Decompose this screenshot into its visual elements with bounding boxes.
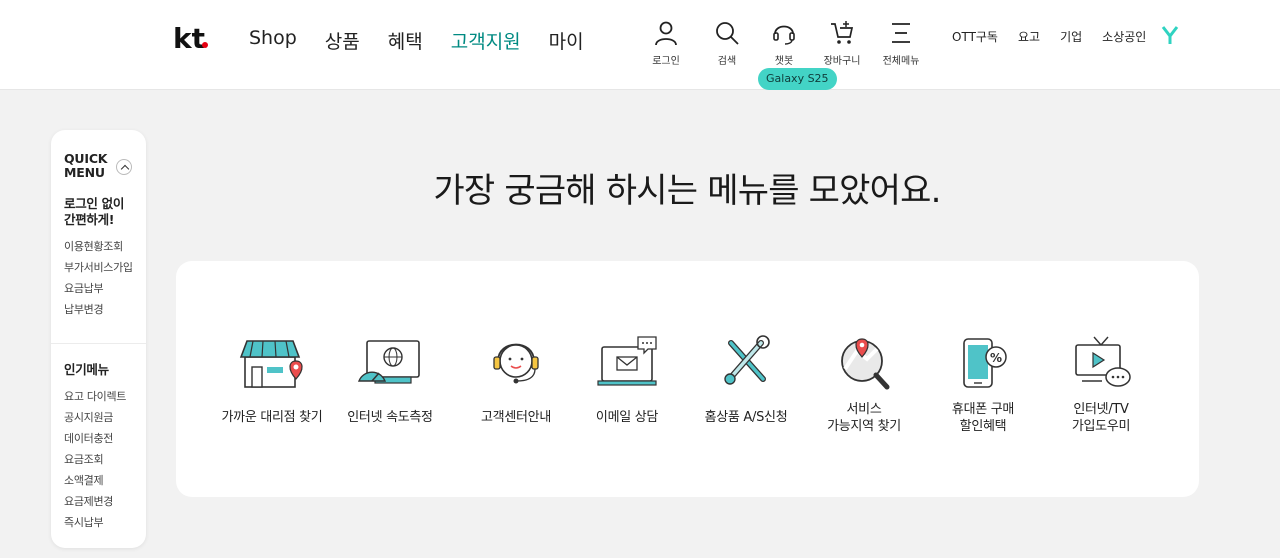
internet-speed-icon <box>357 340 420 384</box>
quick-item[interactable]: 요고 다이렉트 <box>64 386 126 407</box>
popular-menu-card: 가까운 대리점 찾기 인터넷 속도측정 고객센터안내 이메일 상담 홈상품 A/… <box>176 261 1199 497</box>
quick-item[interactable]: 요금조회 <box>64 449 126 470</box>
cart-button[interactable]: 장바구니 <box>812 20 872 67</box>
login-button[interactable]: 로그인 <box>636 20 696 67</box>
headset-icon <box>773 25 795 45</box>
login-label: 로그인 <box>652 56 680 67</box>
site-header: kt Shop 상품 혜택 고객지원 마이 로그인 검색 챗봇 장바구니 전체메… <box>0 0 1280 90</box>
quick-item[interactable]: 요금제변경 <box>64 491 126 512</box>
quick-item[interactable]: 데이터충전 <box>64 428 126 449</box>
quick-section2: 인기메뉴 요고 다이렉트 공시지원금 데이터충전 요금조회 소액결제 요금제변경… <box>64 362 126 533</box>
quick-section2-list: 요고 다이렉트 공시지원금 데이터충전 요금조회 소액결제 요금제변경 즉시납부 <box>64 386 126 533</box>
menu-item-label: 홈상품 A/S신청 <box>704 410 788 425</box>
menu-item-email-consult[interactable]: 이메일 상담 <box>562 335 692 426</box>
area-search-icon <box>841 338 890 390</box>
menu-item-internet-tv-helper[interactable]: 인터넷/TV 가입도우미 <box>1036 335 1166 435</box>
y-brand-icon[interactable] <box>1161 25 1179 45</box>
tv-chat-icon <box>1075 336 1131 387</box>
user-icon <box>655 21 677 46</box>
chatbot-label: 챗봇 <box>774 56 794 67</box>
phone-discount-icon: % <box>963 338 1007 388</box>
link-ott[interactable]: OTT구독 <box>952 28 998 45</box>
menu-item-label: 이메일 상담 <box>595 410 659 425</box>
quick-item[interactable]: 즉시납부 <box>64 512 126 533</box>
menu-item-label: 휴대폰 구매 할인혜택 <box>951 402 1015 434</box>
email-consult-icon <box>597 336 657 386</box>
chatbot-tooltip[interactable]: Galaxy S25 <box>758 68 837 90</box>
link-small-business[interactable]: 소상공인 <box>1102 28 1146 45</box>
quick-item[interactable]: 소액결제 <box>64 470 126 491</box>
quick-item[interactable]: 공시지원금 <box>64 407 126 428</box>
nav-my[interactable]: 마이 <box>549 27 584 54</box>
quick-item[interactable]: 부가서비스가입 <box>64 257 146 278</box>
headset-agent-icon <box>493 343 539 384</box>
menu-item-service-area[interactable]: 서비스 가능지역 찾기 <box>799 335 929 435</box>
global-nav: Shop 상품 혜택 고객지원 마이 <box>249 27 612 54</box>
search-label: 검색 <box>717 56 737 67</box>
search-icon <box>716 22 739 45</box>
cart-icon <box>831 21 854 44</box>
nav-support[interactable]: 고객지원 <box>451 27 521 54</box>
menu-item-label: 서비스 가능지역 찾기 <box>827 402 901 434</box>
quick-item[interactable]: 이용현황조회 <box>64 236 146 257</box>
menu-item-label: 가까운 대리점 찾기 <box>221 410 323 425</box>
menu-item-home-as[interactable]: 홈상품 A/S신청 <box>681 335 811 426</box>
quick-item[interactable]: 요금납부 <box>64 278 146 299</box>
all-menu-button[interactable]: 전체메뉴 <box>871 20 931 67</box>
svg-text:kt: kt <box>173 24 205 54</box>
link-yogo[interactable]: 요고 <box>1018 28 1040 45</box>
nav-products[interactable]: 상품 <box>325 27 360 54</box>
quick-divider <box>51 343 146 344</box>
store-location-icon <box>239 340 303 388</box>
menu-item-label: 인터넷 속도측정 <box>347 410 433 425</box>
header-links: OTT구독 요고 기업 소상공인 <box>952 28 1166 45</box>
page-title: 가장 궁금해 하시는 메뉴를 모았어요. <box>433 171 941 211</box>
menu-item-label: 인터넷/TV 가입도우미 <box>1071 402 1131 434</box>
quick-item[interactable]: 납부변경 <box>64 299 146 320</box>
kt-logo[interactable]: kt <box>172 24 212 54</box>
nav-benefits[interactable]: 혜택 <box>388 27 423 54</box>
menu-item-phone-discount[interactable]: % 휴대폰 구매 할인혜택 <box>918 335 1048 435</box>
link-business[interactable]: 기업 <box>1060 28 1082 45</box>
quick-section2-title: 인기메뉴 <box>64 362 109 377</box>
svg-text:%: % <box>990 351 1002 365</box>
menu-item-speed-test[interactable]: 인터넷 속도측정 <box>325 335 455 426</box>
search-button[interactable]: 검색 <box>697 20 757 67</box>
menu-item-store-finder[interactable]: 가까운 대리점 찾기 <box>207 335 337 426</box>
quick-section1-list: 이용현황조회 부가서비스가입 요금납부 납부변경 <box>64 236 146 320</box>
repair-tools-icon <box>724 335 770 385</box>
chatbot-button[interactable]: 챗봇 <box>754 20 814 67</box>
all-menu-label: 전체메뉴 <box>882 56 920 67</box>
nav-shop[interactable]: Shop <box>249 27 297 54</box>
hamburger-icon <box>892 23 910 43</box>
cart-label: 장바구니 <box>823 56 861 67</box>
